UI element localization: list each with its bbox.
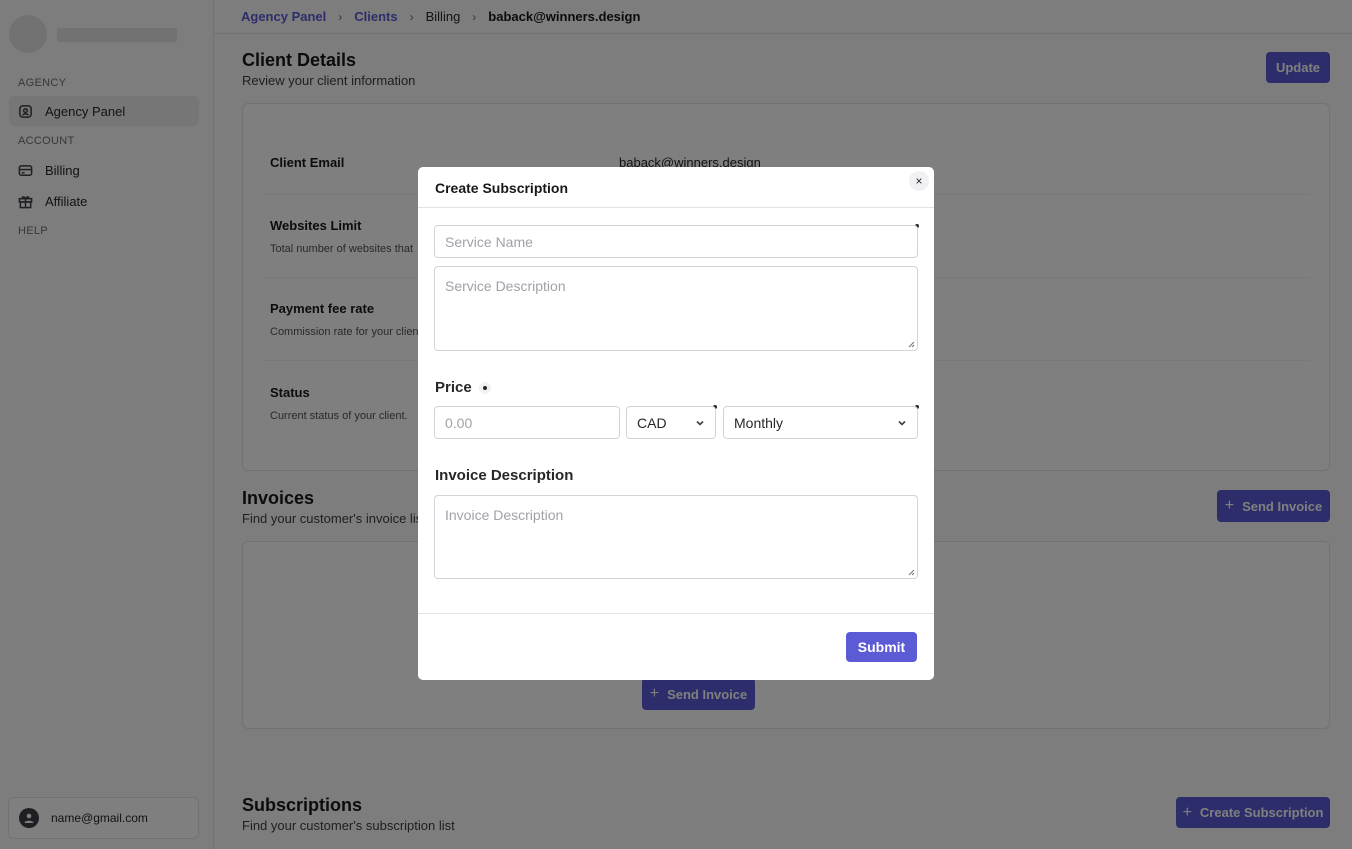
modal-header: Create Subscription × [418, 167, 934, 208]
service-description-placeholder: Service Description [445, 278, 566, 294]
modal-footer-divider [418, 613, 934, 614]
price-label: Price [435, 379, 472, 396]
service-name-input[interactable]: Service Name [434, 225, 918, 258]
close-icon[interactable]: × [909, 171, 929, 191]
invoice-description-textarea[interactable]: Invoice Description [434, 495, 918, 579]
interval-value: Monthly [734, 414, 784, 431]
resize-handle-icon[interactable] [908, 569, 915, 576]
submit-button[interactable]: Submit [846, 632, 917, 662]
required-indicator [479, 382, 491, 394]
currency-select[interactable]: CAD [626, 406, 716, 439]
invoice-description-placeholder: Invoice Description [445, 507, 564, 523]
resize-handle-icon[interactable] [908, 341, 915, 348]
create-subscription-modal: Create Subscription × Service Name Servi… [418, 167, 934, 680]
invoice-description-label: Invoice Description [435, 467, 574, 484]
price-input[interactable]: 0.00 [434, 406, 620, 439]
chevron-down-icon [898, 420, 906, 426]
chevron-down-icon [696, 420, 704, 426]
interval-select[interactable]: Monthly [723, 406, 918, 439]
currency-value: CAD [637, 414, 667, 431]
modal-title: Create Subscription [435, 180, 569, 196]
service-description-textarea[interactable]: Service Description [434, 266, 918, 351]
